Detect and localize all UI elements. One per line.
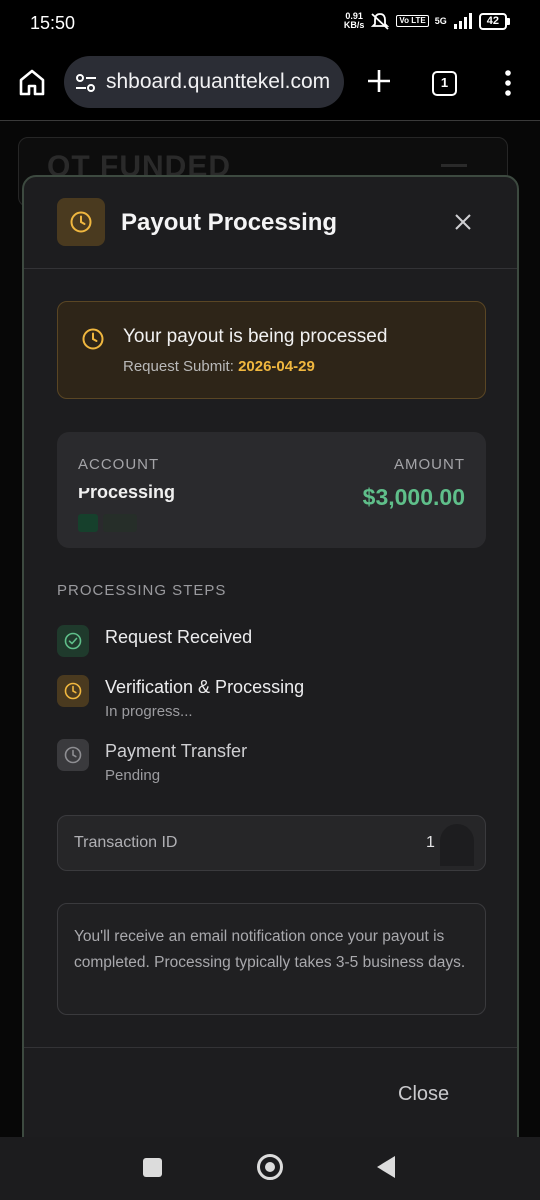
step-icon-container: [57, 675, 89, 707]
transaction-id-box[interactable]: Transaction ID 1: [57, 815, 486, 871]
network-speed: 0.91 KB/s: [344, 12, 365, 30]
account-label: ACCOUNT: [78, 456, 160, 473]
amount-label: AMOUNT: [394, 456, 465, 473]
request-submit-date: 2026-04-29: [238, 358, 315, 375]
recents-icon[interactable]: [143, 1158, 162, 1177]
system-navigation-bar: [0, 1137, 540, 1200]
network-type: 5G: [434, 16, 447, 26]
clock-icon: [82, 328, 104, 350]
transaction-id-value[interactable]: 1: [426, 834, 435, 852]
payout-processing-modal: Payout Processing Your payout is being p…: [22, 175, 519, 1165]
info-text: You'll receive an email notification onc…: [74, 928, 466, 971]
modal-title: Payout Processing: [121, 209, 338, 236]
status-bar: 15:50 0.91 KB/s Vo LTE 5G 42: [0, 0, 540, 48]
account-summary-card: ACCOUNT Processing AMOUNT $3,000.00: [57, 432, 486, 548]
step-request-received: Request Received: [57, 625, 487, 675]
redaction-mask: [73, 478, 133, 488]
step-label: Payment Transfer: [105, 741, 248, 761]
step-status: In progress...: [105, 703, 193, 720]
battery-level: 42: [478, 12, 507, 30]
close-button[interactable]: Close: [398, 1083, 449, 1106]
clock-icon: [64, 746, 82, 764]
info-notice: You'll receive an email notification onc…: [57, 903, 486, 1015]
net-speed-unit: KB/s: [343, 20, 365, 30]
home-circle-icon[interactable]: [257, 1154, 283, 1180]
back-icon[interactable]: [377, 1156, 395, 1178]
transaction-id-label: Transaction ID: [74, 834, 178, 851]
plus-icon[interactable]: [364, 66, 394, 96]
redaction-mask: [440, 824, 474, 866]
step-icon-container: [57, 625, 89, 657]
step-status: Pending: [105, 767, 161, 784]
status-time: 15:50: [30, 13, 76, 33]
step-label: Verification & Processing: [105, 677, 305, 697]
site-settings-icon[interactable]: [74, 71, 98, 95]
footer-divider: [24, 1047, 517, 1048]
signal-icon: [453, 13, 472, 29]
account-badge-secondary: [103, 514, 137, 532]
tab-switcher-button[interactable]: 1: [432, 71, 457, 96]
step-label: Request Received: [105, 627, 253, 647]
status-icons: 0.91 KB/s Vo LTE 5G 42: [344, 12, 510, 30]
mute-icon: [371, 13, 390, 30]
alert-title: Your payout is being processed: [123, 326, 388, 347]
clock-icon: [70, 211, 92, 233]
battery-icon: 42: [478, 12, 510, 30]
more-vert-icon[interactable]: [498, 68, 518, 98]
check-circle-icon: [64, 632, 82, 650]
browser-toolbar: shboard.quanttekel.com 1: [0, 48, 540, 118]
close-icon[interactable]: [454, 213, 472, 231]
header-clock-badge: [57, 198, 105, 246]
address-bar[interactable]: shboard.quanttekel.com: [64, 56, 344, 108]
step-verification: Verification & Processing In progress...: [57, 675, 487, 725]
account-badge: [78, 514, 98, 532]
processing-alert: Your payout is being processed Request S…: [57, 301, 486, 399]
home-icon[interactable]: [16, 66, 48, 98]
volte-badge: Vo LTE: [396, 15, 429, 27]
steps-title: PROCESSING STEPS: [57, 582, 227, 599]
url-text[interactable]: shboard.quanttekel.com: [106, 70, 330, 94]
clock-icon: [64, 682, 82, 700]
amount-value: $3,000.00: [362, 484, 465, 510]
modal-header: Payout Processing: [24, 177, 517, 269]
step-payment-transfer: Payment Transfer Pending: [57, 739, 487, 789]
request-submit-line: Request Submit: 2026-04-29: [123, 358, 315, 375]
battery-tip: [507, 17, 510, 25]
step-icon-container: [57, 739, 89, 771]
request-submit-label: Request Submit:: [123, 358, 239, 375]
